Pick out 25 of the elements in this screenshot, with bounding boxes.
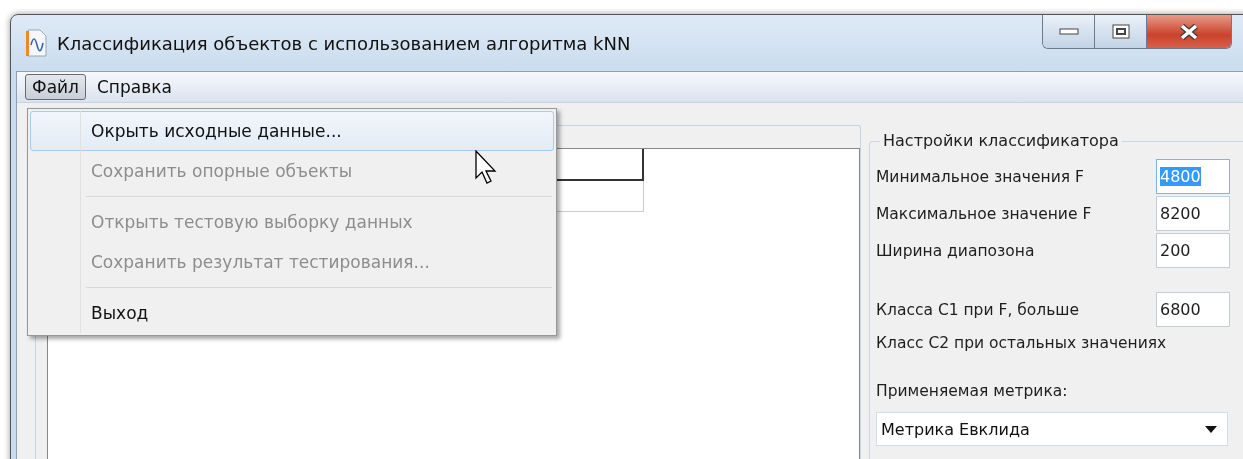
menu-entry[interactable]: Окрыть исходные данные... [30,111,554,151]
group-title: Настройки классификатора [880,131,1122,150]
maximize-icon [1111,23,1130,40]
mouse-pointer-icon [475,150,497,184]
metric-dropdown[interactable]: Метрика Евклида [876,412,1228,446]
input-field[interactable]: 8200 [1156,196,1230,231]
menu-item[interactable]: Файл [25,74,86,100]
menu-entry[interactable]: Выход [30,293,554,333]
minimize-button[interactable] [1043,15,1095,48]
close-button[interactable] [1147,15,1231,48]
field-label: Максимальное значение F [876,204,1092,223]
menu-item[interactable]: Справка [89,74,179,100]
caret-icon [1205,425,1217,433]
app-icon [25,29,47,57]
field-label: Минимальное значения F [876,167,1084,186]
input-field[interactable]: 200 [1156,233,1230,268]
note-text: Класс C2 при остальных значениях [876,334,1168,352]
metric-label: Применяемая метрика: [876,382,1069,400]
window-title: Классификация объектов с использованием алгоритма kNN [57,32,632,54]
input-field[interactable]: 6800 [1156,292,1230,327]
minimize-icon [1058,27,1079,36]
field-label: Класса C1 при F, больше [876,300,1080,319]
maximize-button[interactable] [1095,15,1147,48]
field-label: Ширина диапозона [876,241,1035,260]
close-icon [1178,23,1200,40]
